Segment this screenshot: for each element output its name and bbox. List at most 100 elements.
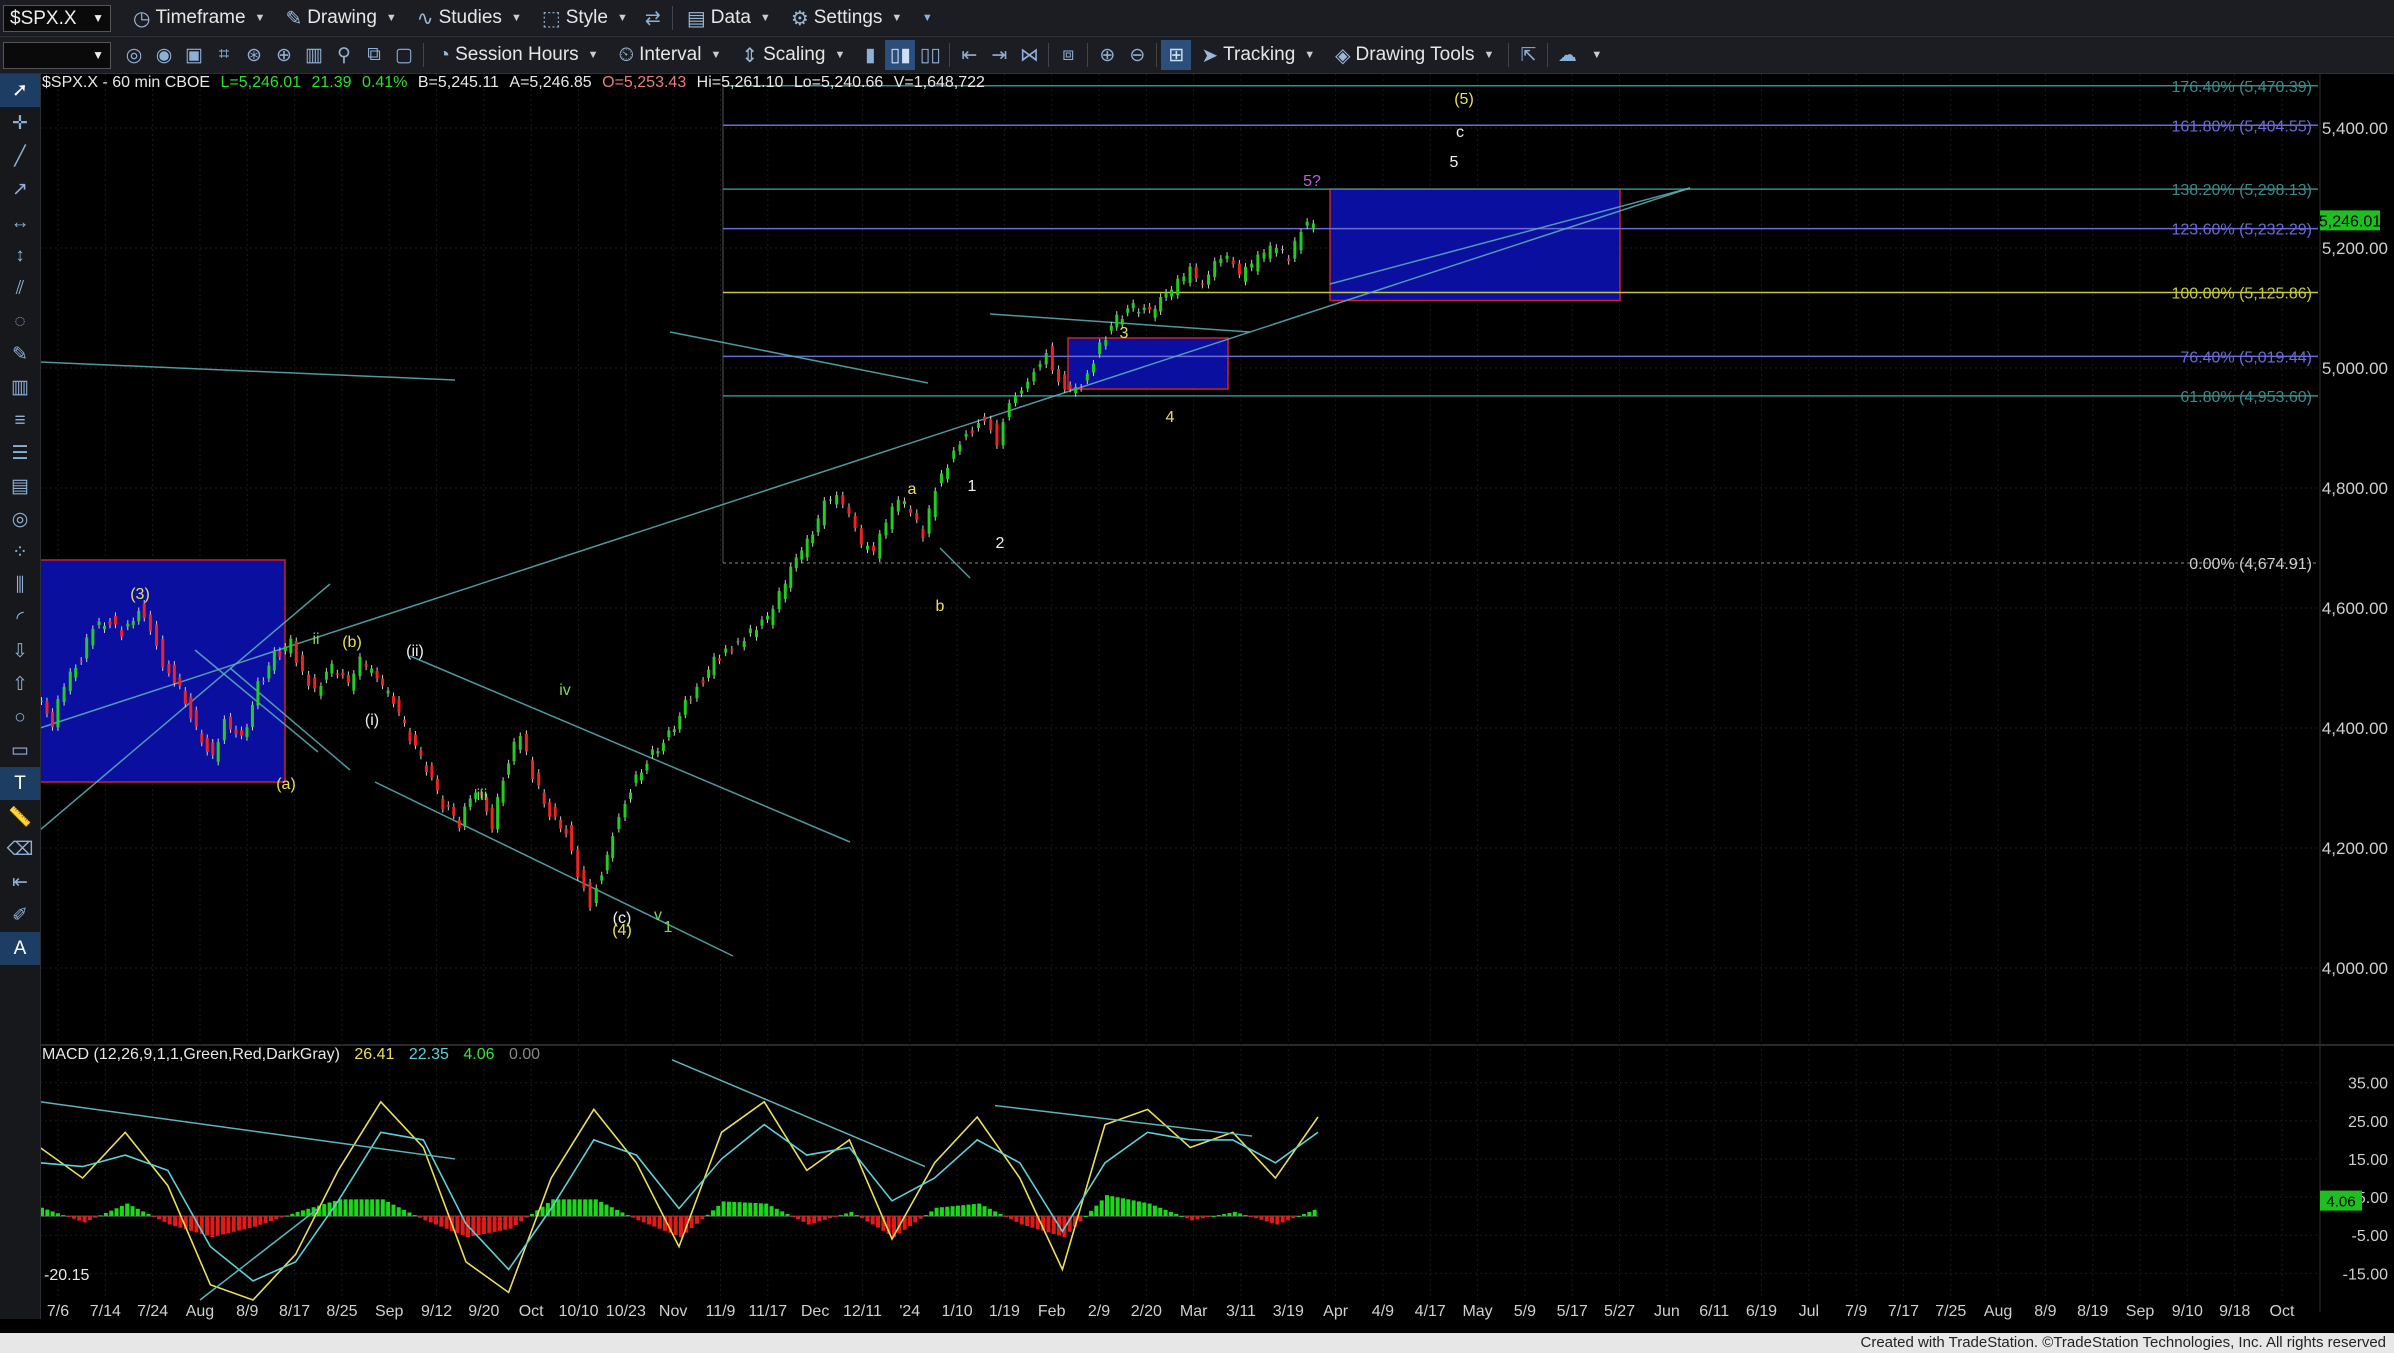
candle-body xyxy=(358,656,362,677)
chat-button[interactable]: ☁ xyxy=(1552,40,1582,70)
speed-tool[interactable]: ◎ xyxy=(0,503,40,536)
analysis-button[interactable]: ⌗ xyxy=(209,40,239,70)
zoom-in-button[interactable]: ⊕ xyxy=(1092,40,1122,70)
macd-histogram-bar xyxy=(519,1216,524,1222)
tracking-menu[interactable]: ➤ Tracking ▼ xyxy=(1191,40,1325,70)
candle-body xyxy=(335,673,339,675)
candle-body xyxy=(678,715,682,730)
zoom-button[interactable]: ⊕ xyxy=(269,40,299,70)
candle-body xyxy=(430,765,434,778)
hollow-candle-button[interactable]: ▯▯ xyxy=(915,40,945,70)
window-button[interactable]: ▢ xyxy=(389,40,419,70)
save-button[interactable]: ▥ xyxy=(299,40,329,70)
split-button[interactable]: ⧈ xyxy=(1053,40,1083,70)
arc-tool[interactable]: ◜ xyxy=(0,602,40,635)
gann-tool[interactable]: ▤ xyxy=(0,470,40,503)
macd-histogram-bar xyxy=(268,1216,273,1222)
ruler-tool[interactable]: 📏 xyxy=(0,800,40,833)
price-chart[interactable]: 176.40% (5,470.39) 161.80% (5,404.55) 138.… xyxy=(0,0,2394,1353)
candle-body xyxy=(370,668,374,673)
macd-histogram-bar xyxy=(295,1211,300,1217)
style-menu[interactable]: ⬚ Style ▼ xyxy=(532,3,638,33)
zoom-in-icon: ⊕ xyxy=(1099,44,1116,66)
drawing-menu[interactable]: ✎ Drawing ▼ xyxy=(275,3,406,33)
candle-body xyxy=(1244,266,1248,282)
crosshair-tool[interactable]: ✛ xyxy=(0,107,40,140)
symbol-link-button[interactable]: ⧉ xyxy=(359,40,389,70)
macd-histogram-bar xyxy=(380,1199,385,1217)
data-menu[interactable]: ▤ Data ▼ xyxy=(677,3,781,33)
studies-menu[interactable]: ∿ Studies ▼ xyxy=(407,3,532,33)
link-chart-button[interactable]: ⇄ xyxy=(638,3,668,33)
pointer-tool[interactable]: ➚ xyxy=(0,74,40,107)
horizontal-line-tool[interactable]: ↔ xyxy=(0,206,40,239)
footer-credit: Created with TradeStation. ©TradeStation… xyxy=(0,1333,2394,1353)
macd-histogram-bar xyxy=(828,1216,833,1219)
paint-tool[interactable]: ✐ xyxy=(0,899,40,932)
divider xyxy=(423,43,424,67)
symbol-input[interactable]: $SPX.X ▼ xyxy=(3,4,111,32)
candle-body xyxy=(392,696,396,704)
macd-histogram-bar xyxy=(780,1211,785,1217)
grid-button[interactable]: ⊞ xyxy=(1161,40,1192,70)
fib-extension-tool[interactable]: ☰ xyxy=(0,437,40,470)
interval-select[interactable]: ▼ xyxy=(3,41,111,69)
candle-body xyxy=(91,629,95,646)
pct-value: 0.41% xyxy=(362,74,408,91)
timeframe-menu[interactable]: ◷ Timeframe ▼ xyxy=(123,3,275,33)
arrow-up-tool[interactable]: ⇧ xyxy=(0,668,40,701)
alert-icon: ⚲ xyxy=(337,44,351,66)
candle-body xyxy=(1050,345,1054,371)
candle-body xyxy=(683,699,687,715)
session-hours-menu[interactable]: ◔ Session Hours ▼ xyxy=(428,40,609,70)
cycle-tool[interactable]: ◌ xyxy=(0,305,40,338)
regression-tool[interactable]: ⫼ xyxy=(0,569,40,602)
refresh-button[interactable]: ◎ xyxy=(119,40,149,70)
jump-tool[interactable]: ⇤ xyxy=(0,866,40,899)
candle-body xyxy=(1001,422,1005,446)
macd-histogram-bar xyxy=(513,1216,518,1226)
macd-histogram-bar xyxy=(343,1199,348,1217)
macd-histogram-bar xyxy=(1025,1216,1030,1227)
bars-tool[interactable]: ▥ xyxy=(0,371,40,404)
export-button[interactable]: ⇱ xyxy=(1513,40,1543,70)
annotation-tool[interactable]: A xyxy=(0,932,40,965)
bar-chart-button[interactable]: ▮ xyxy=(855,40,885,70)
candle-body xyxy=(1079,387,1083,389)
arrow-down-tool[interactable]: ⇩ xyxy=(0,635,40,668)
macd-histogram-bar xyxy=(577,1199,582,1217)
fib-tool[interactable]: ≡ xyxy=(0,404,40,437)
settings-menu[interactable]: ⚙ Settings ▼ xyxy=(781,3,912,33)
scroll-left-button[interactable]: ⇤ xyxy=(954,40,984,70)
scaling-menu[interactable]: ⇕ Scaling ▼ xyxy=(731,40,855,70)
more-button[interactable]: ▼ xyxy=(912,3,942,33)
compress-button[interactable]: ⋈ xyxy=(1014,40,1044,70)
ellipse-tool[interactable]: ○ xyxy=(0,701,40,734)
interval-menu[interactable]: ⏲ Interval ▼ xyxy=(609,40,732,70)
chevron-down-icon: ▼ xyxy=(92,47,104,62)
macd-histogram-bar xyxy=(284,1215,289,1217)
candle-body xyxy=(120,630,124,637)
layout-button[interactable]: ▣ xyxy=(179,40,209,70)
text-tool[interactable]: T xyxy=(0,767,40,800)
ray-tool[interactable]: ↗ xyxy=(0,173,40,206)
channel-tool[interactable]: ⫽ xyxy=(0,272,40,305)
macd-histogram-bar xyxy=(93,1216,98,1218)
macd-histogram-bar xyxy=(1307,1211,1312,1217)
time-tick-label: Feb xyxy=(1038,1303,1066,1320)
rectangle-tool[interactable]: ▭ xyxy=(0,734,40,767)
eraser-tool[interactable]: ⌫ xyxy=(0,833,40,866)
drawing-tools-menu[interactable]: ◈ Drawing Tools ▼ xyxy=(1325,40,1504,70)
alert-button[interactable]: ⚲ xyxy=(329,40,359,70)
pencil-tool[interactable]: ✎ xyxy=(0,338,40,371)
pattern-tool[interactable]: ⁘ xyxy=(0,536,40,569)
vertical-line-tool[interactable]: ↕ xyxy=(0,239,40,272)
wave-label: (3) xyxy=(130,586,150,603)
macd-histogram-bar xyxy=(151,1216,156,1218)
radar-button[interactable]: ⊛ xyxy=(239,40,269,70)
candle-chart-button[interactable]: ▯▮ xyxy=(885,40,916,70)
zoom-out-button[interactable]: ⊖ xyxy=(1122,40,1152,70)
scroll-right-button[interactable]: ⇥ xyxy=(984,40,1014,70)
trendline-tool[interactable]: ╱ xyxy=(0,140,40,173)
sync-button[interactable]: ◉ xyxy=(149,40,179,70)
